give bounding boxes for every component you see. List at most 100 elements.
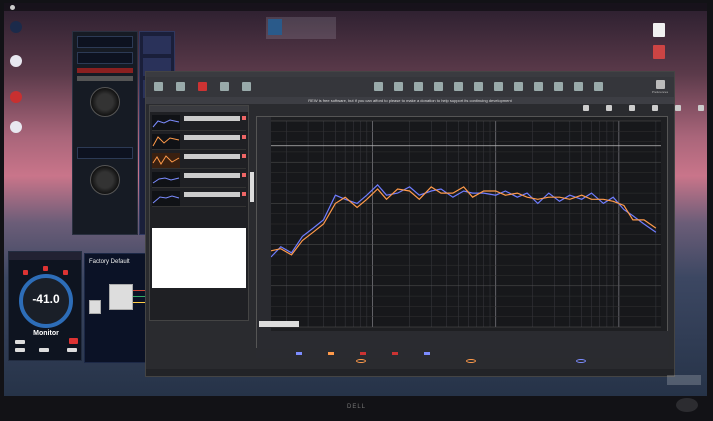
tab-icon xyxy=(698,105,704,111)
background-app-window[interactable] xyxy=(72,31,138,235)
graph-tab[interactable] xyxy=(601,105,617,112)
document-icon[interactable] xyxy=(653,45,665,59)
frequency-response-graph[interactable] xyxy=(256,116,669,349)
legend-item[interactable] xyxy=(424,352,432,356)
legend-swatch xyxy=(296,352,302,355)
marker-oval[interactable] xyxy=(356,359,366,363)
desktop-icon[interactable] xyxy=(10,91,25,103)
legend-swatch xyxy=(392,352,398,355)
preferences-button[interactable]: Preferences xyxy=(652,80,668,94)
tool-button[interactable] xyxy=(510,82,526,92)
dock-item[interactable] xyxy=(667,375,701,385)
measurement-remove-icon[interactable] xyxy=(242,173,246,177)
tool-icon xyxy=(153,82,163,91)
measurement-remove-icon[interactable] xyxy=(242,116,246,120)
file-icon[interactable] xyxy=(266,17,336,39)
controller-header xyxy=(9,252,81,260)
lcd-display xyxy=(77,36,133,48)
legend-item[interactable] xyxy=(360,352,368,356)
toolbar-button[interactable] xyxy=(172,82,188,92)
mac-menubar xyxy=(4,3,707,11)
apple-menu-icon[interactable] xyxy=(10,4,15,10)
graph-tab[interactable] xyxy=(670,105,686,112)
app-icon xyxy=(10,55,22,67)
measurement-remove-icon[interactable] xyxy=(242,192,246,196)
measurement-info-panel xyxy=(152,228,246,288)
legend-item[interactable] xyxy=(328,352,336,356)
toolbar-button[interactable] xyxy=(238,82,254,92)
measurement-name[interactable] xyxy=(184,154,240,159)
measurement-name[interactable] xyxy=(184,173,240,178)
volume-knob[interactable] xyxy=(90,87,120,117)
legend-item[interactable] xyxy=(392,352,400,356)
tool-icon xyxy=(433,82,443,91)
document-icon[interactable] xyxy=(653,23,665,37)
measurement-name[interactable] xyxy=(184,135,240,140)
marker-oval[interactable] xyxy=(576,359,586,363)
measurement-remove-icon[interactable] xyxy=(242,154,246,158)
measurement-row[interactable] xyxy=(152,190,246,207)
routing-node[interactable] xyxy=(89,300,101,314)
desktop-icon[interactable] xyxy=(10,121,25,133)
tool-button[interactable] xyxy=(530,82,546,92)
toolbar-button[interactable] xyxy=(216,82,232,92)
tool-icon xyxy=(553,82,563,91)
scrollbar[interactable] xyxy=(250,172,254,202)
toggle-button[interactable] xyxy=(39,348,49,352)
desktop-icon[interactable] xyxy=(10,55,25,67)
toolbar-button[interactable] xyxy=(150,82,166,92)
routing-window: Factory Default xyxy=(84,253,148,363)
meter-strip xyxy=(77,68,133,73)
tool-button[interactable] xyxy=(390,82,406,92)
graph-tab[interactable] xyxy=(647,105,663,112)
tool-button[interactable] xyxy=(490,82,506,92)
app-icon xyxy=(10,21,22,33)
graph-tab[interactable] xyxy=(693,105,707,112)
tab-icon xyxy=(606,105,612,111)
graph-tab[interactable] xyxy=(578,105,594,112)
measurement-row[interactable] xyxy=(152,152,246,169)
tool-button[interactable] xyxy=(590,82,606,92)
measurement-row[interactable] xyxy=(152,133,246,150)
tool-button[interactable] xyxy=(550,82,566,92)
x-axis-strip xyxy=(257,331,669,349)
tool-button[interactable] xyxy=(570,82,586,92)
measurement-remove-icon[interactable] xyxy=(242,135,246,139)
mute-button[interactable] xyxy=(69,338,78,344)
legend-item[interactable] xyxy=(296,352,304,356)
app-icon xyxy=(10,121,22,133)
tool-button[interactable] xyxy=(430,82,446,92)
tool-icon xyxy=(413,82,423,91)
tool-button[interactable] xyxy=(470,82,486,92)
graph-tab[interactable] xyxy=(624,105,640,112)
desktop-icon[interactable] xyxy=(10,21,25,33)
tool-button[interactable] xyxy=(450,82,466,92)
tab-icon xyxy=(629,105,635,111)
measurement-row[interactable] xyxy=(152,114,246,131)
graph-tabs xyxy=(578,105,707,112)
monitor-frame: -41.0 Monitor Factory Default Preference… xyxy=(0,0,713,421)
toggle-button[interactable] xyxy=(15,348,25,352)
marker-oval[interactable] xyxy=(466,359,476,363)
measurement-name[interactable] xyxy=(184,116,240,121)
graph-legend xyxy=(256,350,668,358)
tool-icon xyxy=(219,82,229,91)
measurement-thumbnail xyxy=(152,134,180,149)
monitor-label: Monitor xyxy=(33,330,59,337)
file-thumbnail xyxy=(268,19,282,35)
measurement-thumbnail xyxy=(152,115,180,130)
preset-title: Factory Default xyxy=(89,259,130,265)
tool-button[interactable] xyxy=(410,82,426,92)
volume-knob[interactable] xyxy=(90,165,120,195)
monitor-controller: -41.0 Monitor xyxy=(8,251,82,361)
measurement-name[interactable] xyxy=(184,192,240,197)
routing-matrix[interactable] xyxy=(109,284,133,310)
spl-plot[interactable] xyxy=(257,117,669,349)
measurement-row[interactable] xyxy=(152,171,246,188)
tool-button[interactable] xyxy=(370,82,386,92)
toolbar-button[interactable] xyxy=(194,82,210,92)
toggle-button[interactable] xyxy=(67,348,77,352)
indicator-light xyxy=(43,266,48,271)
measurement-list-header xyxy=(150,106,248,112)
toggle-button[interactable] xyxy=(15,340,25,344)
